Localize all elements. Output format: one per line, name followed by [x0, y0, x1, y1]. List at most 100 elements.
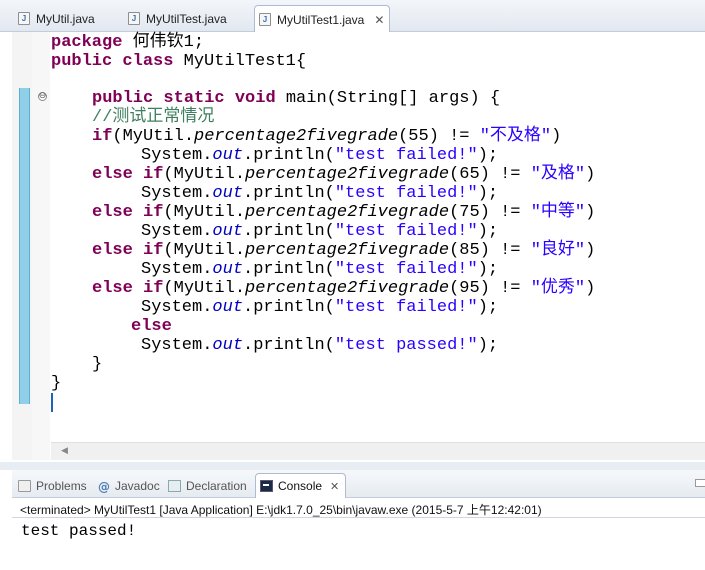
text-caret [51, 393, 53, 412]
code-field: out [212, 146, 244, 165]
tab-label: Declaration [186, 478, 247, 493]
code-text: (MyUtil. [163, 241, 246, 260]
code-field: out [212, 298, 244, 317]
code-keyword: if [92, 127, 113, 146]
code-keyword: package [51, 33, 123, 52]
code-string: "test failed!" [334, 298, 478, 317]
code-text: System. [141, 298, 213, 317]
minimize-view-icon[interactable] [695, 479, 705, 487]
code-text: ); [477, 260, 499, 279]
code-text: (MyUtil. [163, 165, 246, 184]
code-text: ) [585, 241, 596, 260]
code-string: "test passed!" [334, 336, 478, 355]
code-keyword: void [234, 89, 276, 108]
code-text: ( [398, 127, 409, 146]
code-static-method: percentage2fivegrade [194, 127, 399, 146]
code-field: out [212, 260, 244, 279]
code-text: ) [585, 279, 596, 298]
code-text: ) != [428, 127, 480, 146]
code-line: public static void main(String[] args) { [92, 89, 500, 108]
code-line: else if(MyUtil.percentage2fivegrade(95) … [92, 279, 595, 298]
code-line: package 何伟钦1; [51, 33, 204, 52]
code-text: .println( [243, 260, 335, 279]
console-icon [260, 480, 273, 492]
javadoc-at-icon: @ [98, 479, 110, 494]
code-text: ) [585, 203, 596, 222]
panel-sash[interactable] [0, 462, 705, 470]
editor-tab-strip: J MyUtil.java J MyUtilTest.java J MyUtil… [0, 0, 705, 33]
code-line: else if(MyUtil.percentage2fivegrade(65) … [92, 165, 595, 184]
code-keyword: else if [92, 241, 164, 260]
quick-diff-bar [19, 88, 30, 404]
code-keyword: else if [92, 165, 164, 184]
tab-label: MyUtilTest1.java [277, 12, 365, 27]
code-line: System.out.println("test failed!"); [141, 222, 498, 241]
console-output-area[interactable]: test passed! [12, 517, 705, 570]
code-text: .println( [243, 336, 335, 355]
code-text: System. [141, 336, 213, 355]
tab-myutil-java[interactable]: J MyUtil.java [14, 5, 95, 32]
tab-label: Problems [36, 478, 87, 493]
code-keyword: public [92, 89, 154, 108]
code-line: else [131, 317, 172, 336]
tab-console[interactable]: Console ✕ [255, 473, 347, 498]
horizontal-scrollbar[interactable]: ◀ [51, 442, 705, 460]
code-line: } [92, 355, 103, 374]
code-text: (MyUtil. [112, 127, 195, 146]
tab-label: Javadoc [115, 478, 160, 493]
tab-declaration[interactable]: Declaration [168, 473, 247, 498]
tab-problems[interactable]: Problems [18, 473, 87, 498]
code-keyword: class [122, 52, 174, 71]
code-keyword: static [163, 89, 225, 108]
code-line: System.out.println("test failed!"); [141, 298, 498, 317]
code-text: ); [477, 336, 499, 355]
code-text: ); [477, 184, 499, 203]
code-text: ( [449, 279, 460, 298]
code-text: ); [477, 222, 499, 241]
code-string: "良好" [530, 241, 586, 260]
code-text: ) [585, 165, 596, 184]
code-text: .println( [243, 298, 335, 317]
code-text: (MyUtil. [163, 279, 246, 298]
java-file-icon: J [18, 12, 30, 25]
code-static-method: percentage2fivegrade [245, 165, 450, 184]
tab-label: Console [278, 479, 323, 493]
close-tab-icon[interactable]: ✕ [374, 13, 384, 27]
tab-myutiltest-java[interactable]: J MyUtilTest.java [124, 5, 227, 32]
tab-myutiltest1-java[interactable]: J MyUtilTest1.java ✕ [254, 5, 390, 33]
code-text: .println( [243, 146, 335, 165]
code-line: } [51, 374, 62, 393]
code-static-method: percentage2fivegrade [245, 203, 450, 222]
code-field: out [212, 222, 244, 241]
code-number: 75 [459, 203, 480, 222]
code-line: System.out.println("test passed!"); [141, 336, 498, 355]
collapse-icon[interactable]: ⊖ [38, 92, 47, 101]
code-text: ( [449, 203, 460, 222]
code-text: ) != [479, 241, 531, 260]
code-text: System. [141, 184, 213, 203]
code-static-method: percentage2fivegrade [245, 279, 450, 298]
code-string: "test failed!" [334, 184, 478, 203]
code-number: 55 [408, 127, 429, 146]
code-line: public class MyUtilTest1{ [51, 52, 306, 71]
code-keyword: else [131, 317, 172, 336]
code-line: System.out.println("test failed!"); [141, 146, 498, 165]
code-line: System.out.println("test failed!"); [141, 184, 498, 203]
code-text: ) != [479, 279, 531, 298]
code-string: "test failed!" [334, 222, 478, 241]
java-file-icon: J [259, 13, 271, 26]
code-number: 85 [459, 241, 480, 260]
tab-javadoc[interactable]: @ Javadoc [98, 473, 160, 498]
code-editor[interactable]: ⊖ package 何伟钦1; public class MyUtilTest1… [12, 32, 705, 462]
code-text: System. [141, 222, 213, 241]
code-text-area[interactable]: package 何伟钦1; public class MyUtilTest1{ … [51, 32, 705, 442]
code-field: out [212, 184, 244, 203]
code-line: else if(MyUtil.percentage2fivegrade(75) … [92, 203, 595, 222]
code-comment: //测试正常情况 [92, 108, 215, 127]
code-number: 95 [459, 279, 480, 298]
close-view-icon[interactable]: ✕ [330, 480, 339, 493]
code-line: else if(MyUtil.percentage2fivegrade(85) … [92, 241, 595, 260]
code-text: (MyUtil. [163, 203, 246, 222]
scroll-left-icon[interactable]: ◀ [61, 446, 68, 456]
code-text: ) != [479, 165, 531, 184]
